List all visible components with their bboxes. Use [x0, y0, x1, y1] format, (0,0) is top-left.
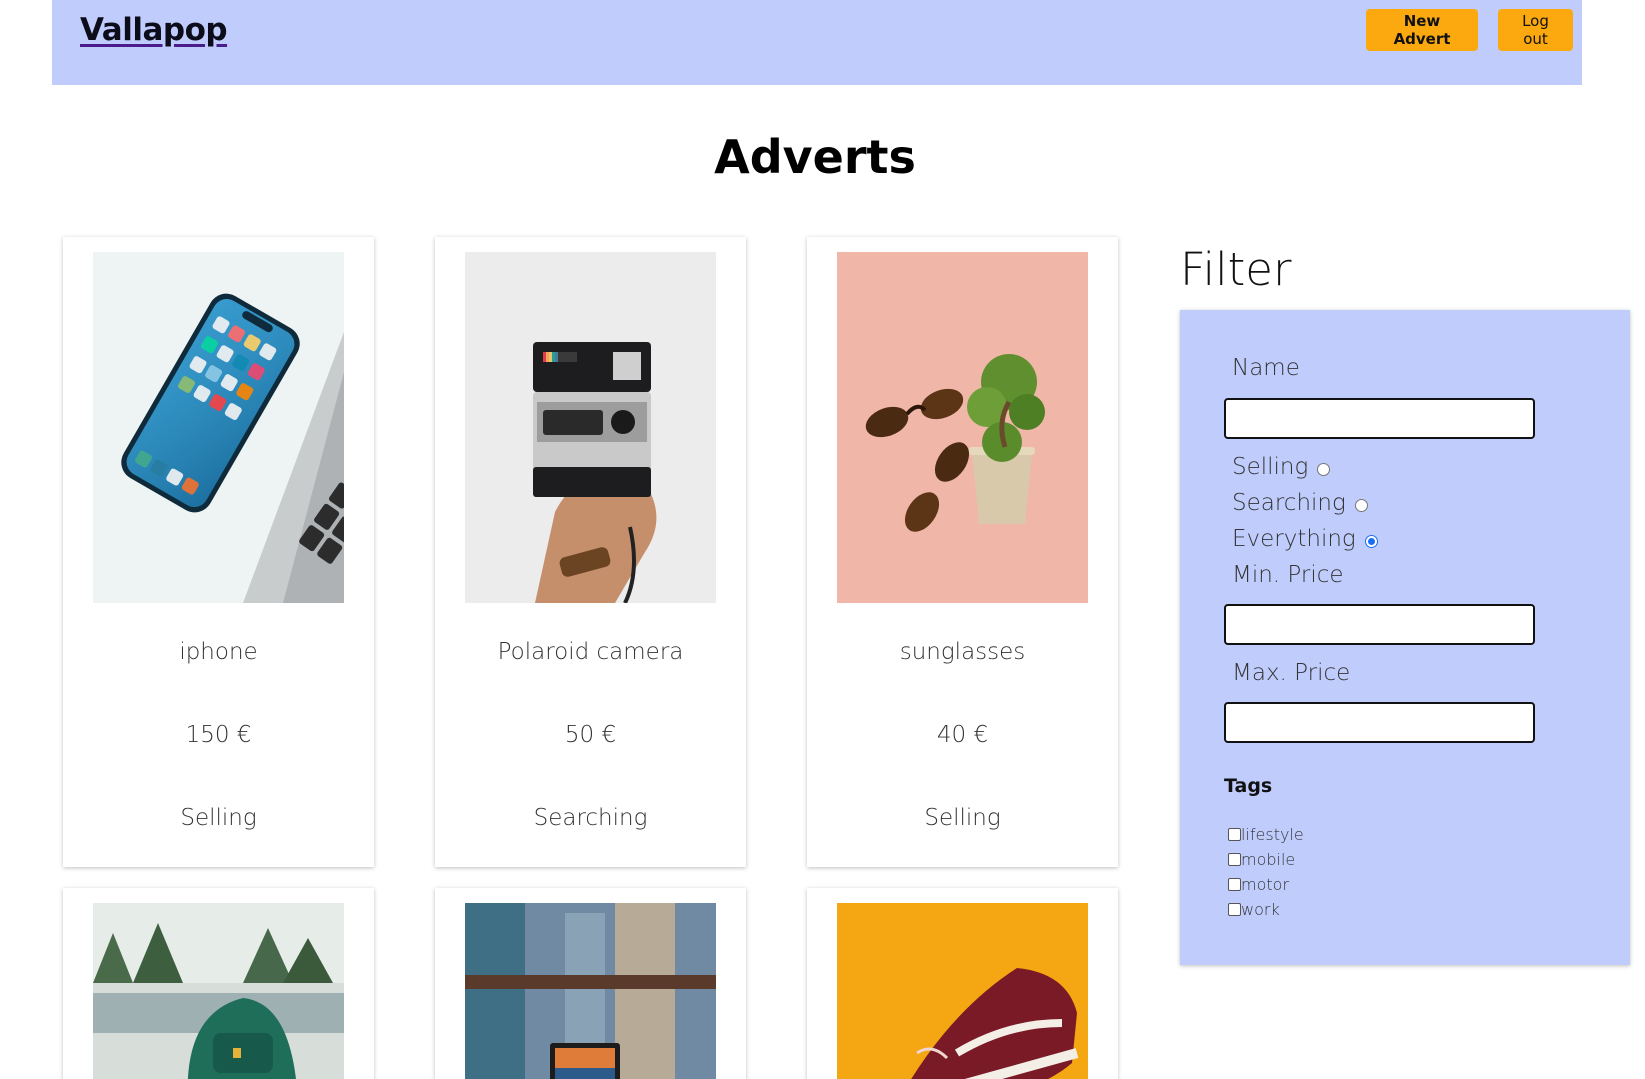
tag-work-checkbox[interactable] — [1228, 903, 1241, 916]
advert-image[interactable] — [93, 252, 344, 603]
advert-type: Selling — [924, 805, 1001, 831]
radio-everything-input[interactable] — [1364, 534, 1378, 548]
radio-everything-label: Everything — [1232, 526, 1356, 552]
radio-searching[interactable]: Searching — [1232, 490, 1368, 516]
radio-selling-input[interactable] — [1317, 462, 1331, 476]
advert-card[interactable]: Polaroid camera 50 € Searching — [435, 237, 746, 867]
min-price-input[interactable] — [1224, 604, 1535, 645]
advert-card[interactable] — [435, 888, 746, 1079]
filter-title: Filter — [1180, 243, 1292, 296]
radio-everything[interactable]: Everything — [1232, 526, 1378, 552]
advert-card[interactable] — [807, 888, 1118, 1079]
tag-motor[interactable]: motor — [1228, 875, 1289, 894]
advert-price: 40 € — [936, 722, 989, 748]
advert-name: sunglasses — [899, 639, 1026, 665]
logout-button[interactable]: Log out — [1498, 9, 1573, 51]
new-advert-button[interactable]: New Advert — [1366, 9, 1478, 51]
advert-price: 150 € — [185, 722, 252, 748]
radio-selling[interactable]: Selling — [1232, 454, 1331, 480]
top-navbar: Vallapop New Advert Log out — [52, 0, 1582, 85]
tag-motor-checkbox[interactable] — [1228, 878, 1241, 891]
tag-lifestyle-checkbox[interactable] — [1228, 828, 1241, 841]
tag-work[interactable]: work — [1228, 900, 1280, 919]
advert-type: Searching — [533, 805, 648, 831]
radio-searching-label: Searching — [1232, 490, 1346, 516]
filter-form: Name Selling Searching Everything Min. P… — [1180, 310, 1630, 965]
advert-name: Polaroid camera — [497, 639, 684, 665]
tag-work-label: work — [1241, 900, 1280, 919]
tag-mobile-checkbox[interactable] — [1228, 853, 1241, 866]
max-price-label: Max. Price — [1232, 660, 1351, 686]
tag-lifestyle[interactable]: lifestyle — [1228, 825, 1304, 844]
advert-card[interactable] — [63, 888, 374, 1079]
tag-motor-label: motor — [1241, 875, 1290, 894]
radio-selling-label: Selling — [1232, 454, 1309, 480]
tag-mobile[interactable]: mobile — [1228, 850, 1295, 869]
advert-image[interactable] — [837, 903, 1088, 1079]
advert-image[interactable] — [837, 252, 1088, 603]
advert-image[interactable] — [93, 903, 344, 1079]
advert-card[interactable]: iphone 150 € Selling — [63, 237, 374, 867]
advert-image[interactable] — [465, 252, 716, 603]
advert-type: Selling — [180, 805, 257, 831]
tag-lifestyle-label: lifestyle — [1241, 825, 1304, 844]
name-label: Name — [1232, 355, 1300, 381]
min-price-label: Min. Price — [1232, 562, 1344, 588]
radio-searching-input[interactable] — [1354, 498, 1368, 512]
advert-name: iphone — [179, 639, 258, 665]
advert-image[interactable] — [465, 903, 716, 1079]
advert-card[interactable]: sunglasses 40 € Selling — [807, 237, 1118, 867]
tags-title: Tags — [1224, 775, 1273, 797]
name-input[interactable] — [1224, 398, 1535, 439]
advert-price: 50 € — [564, 722, 617, 748]
tag-mobile-label: mobile — [1241, 850, 1296, 869]
max-price-input[interactable] — [1224, 702, 1535, 743]
page-title: Adverts — [714, 130, 916, 184]
brand-logo-link[interactable]: Vallapop — [80, 12, 228, 48]
